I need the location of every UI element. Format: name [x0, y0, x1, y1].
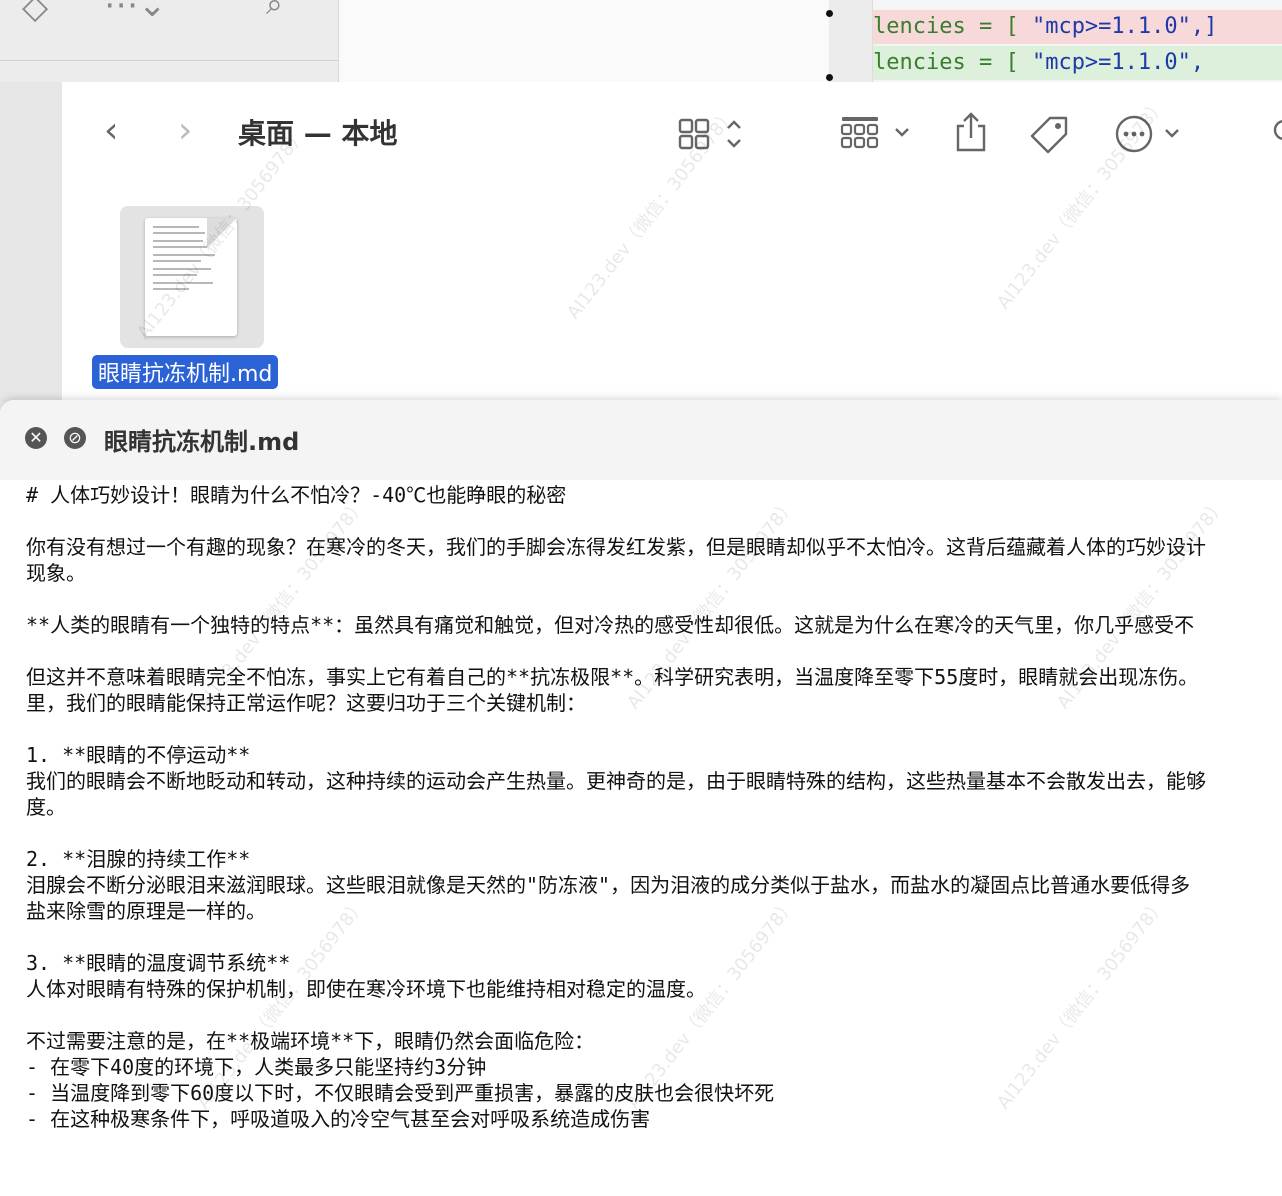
chevron-left-icon[interactable]: ‹: [104, 113, 118, 149]
quicklook-title: 眼睛抗冻机制.md: [104, 428, 300, 456]
doc-line: [153, 232, 205, 234]
code-line-added: lencies = [ "mcp>=1.1.0",: [873, 46, 1282, 80]
text-line: 我们的眼睛会不断地眨动和转动，这种持续的运动会产生热量。更神奇的是，由于眼睛特殊…: [26, 769, 1206, 793]
list-heading-line: 1. **眼睛的不停运动**: [26, 743, 251, 767]
code-prefix: lencies = [: [873, 50, 1032, 75]
code-editor-panel: lencies = [ "mcp>=1.1.0",] lencies = [ "…: [872, 0, 1282, 82]
group-button[interactable]: [840, 116, 914, 154]
code-line-removed: lencies = [ "mcp>=1.1.0",]: [873, 10, 1282, 44]
fullscreen-button[interactable]: ⊘: [64, 427, 86, 449]
text-line: 里，我们的眼睛能保持正常运作呢？这要归功于三个关键机制：: [26, 691, 586, 715]
close-icon: ✕: [29, 428, 43, 447]
code-prefix: lencies = [: [873, 14, 1032, 39]
window-handle-dot: [826, 74, 833, 81]
code-value: "mcp>=1.1.0",: [1031, 50, 1205, 75]
list-heading-line: 2. **泪腺的持续工作**: [26, 847, 251, 871]
text-line: **人类的眼睛有一个独特的特点**：虽然具有痛觉和触觉，但对冷热的感受性却很低。…: [26, 613, 1195, 637]
gallery-grid-icon: [840, 117, 909, 149]
code-value: "mcp>=1.1.0",]: [1031, 14, 1218, 39]
share-button[interactable]: [954, 112, 988, 156]
bullet-line: - 在这种极寒条件下，呼吸道吸入的冷空气甚至会对呼吸系统造成伤害: [26, 1107, 651, 1131]
text-line: 盐来除雪的原理是一样的。: [26, 899, 266, 923]
list-heading-line: 3. **眼睛的温度调节系统**: [26, 951, 291, 975]
text-line: 人体对眼睛有特殊的保护机制，即使在寒冷环境下也能维持相对稳定的温度。: [26, 977, 706, 1001]
chevron-right-icon[interactable]: ›: [178, 113, 192, 149]
window-title: 桌面 — 本地: [238, 117, 398, 150]
doc-line: [153, 226, 199, 228]
text-line: 现象。: [26, 561, 86, 585]
tag-button[interactable]: [1028, 114, 1070, 158]
more-icon: ⋯⌄: [104, 0, 167, 25]
search-icon[interactable]: [1272, 118, 1282, 148]
divider: [0, 60, 338, 61]
text-line: 泪腺会不断分泌眼泪来滋润眼球。这些眼泪就像是天然的"防冻液"，因为泪液的成分类似…: [26, 873, 1191, 897]
tag-icon: ◇: [22, 0, 49, 27]
close-button[interactable]: ✕: [25, 427, 47, 449]
slash-icon: ⊘: [68, 428, 82, 447]
background-window-left: [0, 0, 338, 82]
text-line: 不过需要注意的是，在**极端环境**下，眼睛仍然会面临危险：: [26, 1029, 595, 1053]
window-handle-dot: [826, 10, 833, 17]
search-icon: ⌕: [266, 0, 283, 22]
background-window-center: [338, 0, 829, 82]
finder-sidebar: [0, 82, 62, 402]
tag-icon: [1030, 116, 1068, 154]
file-name-label[interactable]: 眼睛抗冻机制.md: [92, 355, 279, 389]
heading-line: # 人体巧妙设计！眼睛为什么不怕冷？-40℃也能睁眼的秘密: [26, 483, 567, 507]
text-line: 度。: [26, 795, 66, 819]
share-icon: [956, 112, 986, 152]
bullet-line: - 在零下40度的环境下，人类最多只能坚持约3分钟: [26, 1055, 487, 1079]
text-line: 你有没有想过一个有趣的现象？在寒冷的冬天，我们的手脚会冻得发红发紫，但是眼睛却似…: [26, 535, 1206, 559]
